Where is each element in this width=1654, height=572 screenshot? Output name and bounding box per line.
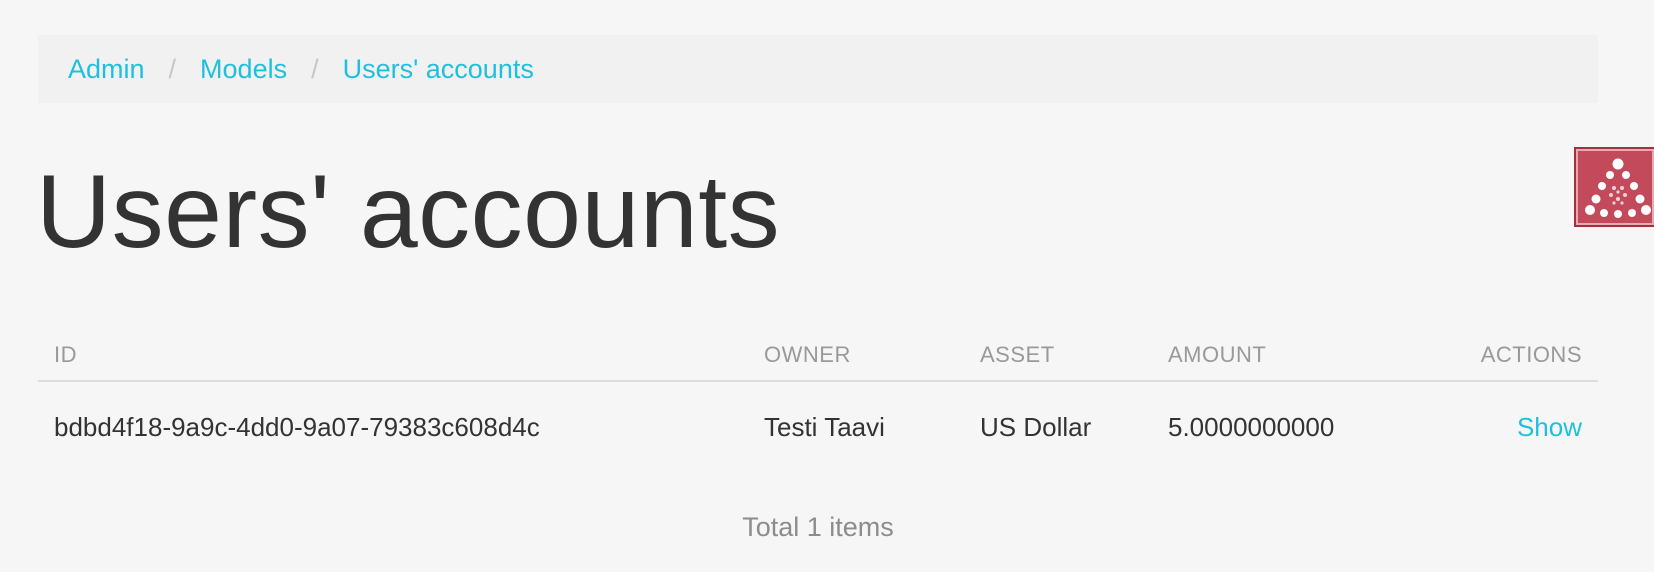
- cell-asset: US Dollar: [980, 411, 1092, 442]
- cell-owner: Testi Taavi: [764, 411, 885, 442]
- breadcrumb-separator: /: [311, 53, 319, 84]
- table-row: bdbd4f18-9a9c-4dd0-9a07-79383c608d4c Tes…: [38, 381, 1598, 472]
- column-header-actions: ACTIONS: [1468, 330, 1598, 382]
- cell-id: bdbd4f18-9a9c-4dd0-9a07-79383c608d4c: [54, 411, 540, 442]
- cell-actions: Show: [1468, 381, 1598, 472]
- column-header-owner[interactable]: OWNER: [764, 330, 980, 382]
- breadcrumb-item-admin[interactable]: Admin: [68, 54, 145, 85]
- cell-amount: 5.0000000000: [1168, 411, 1335, 442]
- breadcrumb-item-users-accounts[interactable]: Users' accounts: [343, 54, 534, 85]
- page: Admin / Models / Users' accounts Users' …: [0, 0, 1654, 572]
- column-header-amount[interactable]: AMOUNT: [1168, 330, 1468, 382]
- column-header-id[interactable]: ID: [38, 330, 764, 382]
- column-header-asset[interactable]: ASSET: [980, 330, 1168, 382]
- total-items-label: Total 1 items: [742, 512, 894, 542]
- breadcrumb-separator: /: [168, 53, 177, 84]
- breadcrumb-item-models[interactable]: Models: [200, 54, 287, 85]
- accounts-table: ID OWNER ASSET AMOUNT ACTIONS bdbd4f18-9…: [38, 330, 1598, 472]
- side-badge-button[interactable]: [1574, 147, 1654, 227]
- dots-pyramid-icon: [1585, 158, 1651, 218]
- page-title: Users' accounts: [36, 154, 781, 270]
- table-header-row: ID OWNER ASSET AMOUNT ACTIONS: [38, 330, 1598, 382]
- show-link[interactable]: Show: [1517, 412, 1582, 442]
- breadcrumb: Admin / Models / Users' accounts: [38, 35, 1598, 103]
